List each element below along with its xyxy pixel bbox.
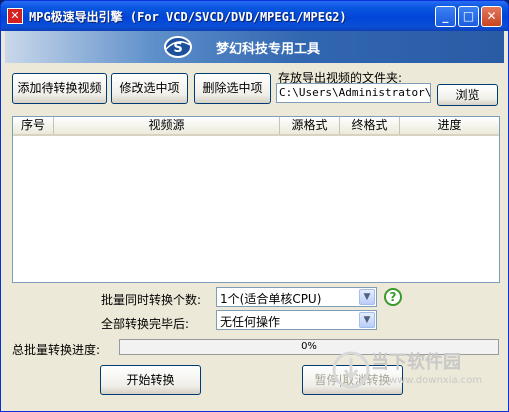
chevron-down-icon[interactable]: ▼: [359, 289, 375, 305]
add-video-button[interactable]: 添加待转换视频: [12, 73, 107, 104]
main-window: ✕ MPG极速导出引擎 (For VCD/SVCD/DVD/MPEG1/MPEG…: [0, 0, 509, 412]
banner-text: 梦幻科技专用工具: [216, 42, 321, 57]
maximize-button[interactable]: □: [458, 6, 479, 27]
column-header-source-format[interactable]: 源格式: [280, 117, 340, 134]
chevron-down-icon[interactable]: ▼: [359, 312, 375, 328]
video-list[interactable]: 序号 视频源 源格式 终格式 进度: [12, 116, 500, 283]
start-convert-button[interactable]: 开始转换: [100, 365, 201, 395]
column-header-progress[interactable]: 进度: [400, 117, 499, 134]
total-progress-label: 总批量转换进度:: [12, 343, 101, 357]
help-icon[interactable]: ?: [384, 288, 402, 306]
batch-count-label: 批量同时转换个数:: [101, 293, 202, 307]
list-header: 序号 视频源 源格式 终格式 进度: [13, 117, 499, 136]
column-header-target-format[interactable]: 终格式: [340, 117, 400, 134]
after-complete-select[interactable]: 无任何操作 ▼: [216, 310, 377, 330]
browse-button[interactable]: 浏览: [437, 84, 498, 106]
banner: S 梦幻科技专用工具: [5, 31, 504, 63]
after-complete-label: 全部转换完毕后:: [101, 317, 190, 331]
minimize-button[interactable]: _: [435, 6, 456, 27]
logo-icon: S: [164, 36, 192, 58]
batch-count-value: 1个(适合单核CPU): [220, 292, 322, 306]
after-complete-value: 无任何操作: [220, 315, 281, 329]
output-folder-input[interactable]: C:\Users\Administrator\De: [276, 83, 431, 103]
delete-selected-button[interactable]: 删除选中项: [194, 73, 271, 104]
column-header-source[interactable]: 视频源: [54, 117, 280, 134]
edit-selected-button[interactable]: 修改选中项: [111, 73, 188, 104]
watermark-url: www.downxia.com: [389, 375, 483, 386]
title-bar[interactable]: ✕ MPG极速导出引擎 (For VCD/SVCD/DVD/MPEG1/MPEG…: [1, 1, 508, 31]
window-title: MPG极速导出引擎 (For VCD/SVCD/DVD/MPEG1/MPEG2): [29, 10, 347, 24]
logo-letter: S: [173, 41, 182, 56]
batch-count-select[interactable]: 1个(适合单核CPU) ▼: [216, 287, 377, 307]
close-button[interactable]: ✕: [481, 6, 502, 27]
column-header-index[interactable]: 序号: [13, 117, 54, 134]
watermark-text: 当下软件园: [371, 352, 461, 373]
app-icon[interactable]: ✕: [7, 8, 23, 24]
